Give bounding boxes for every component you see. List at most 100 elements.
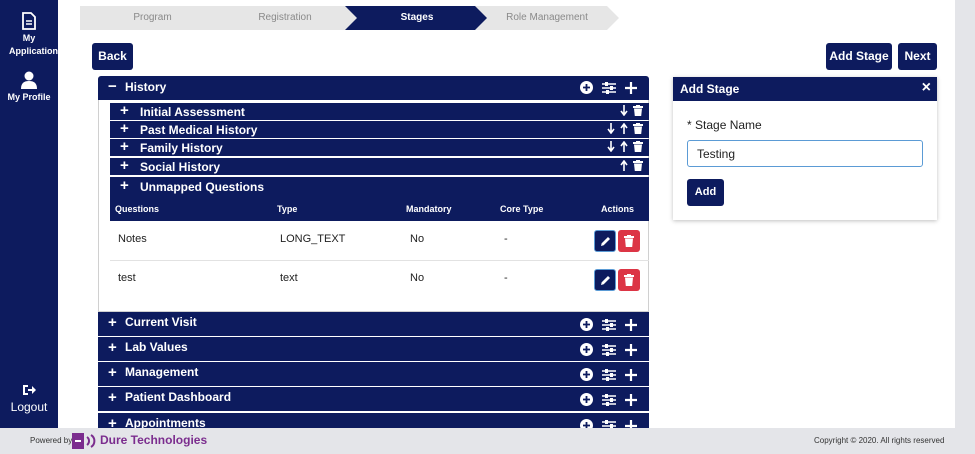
expand-icon[interactable]: + bbox=[108, 416, 117, 428]
subsection-initial-assessment[interactable]: + Initial Assessment bbox=[110, 103, 649, 120]
delete-button[interactable] bbox=[618, 230, 640, 252]
expand-icon[interactable]: + bbox=[120, 178, 129, 194]
add-circle-icon[interactable] bbox=[580, 393, 593, 406]
table-row bbox=[110, 261, 649, 301]
add-circle-icon[interactable] bbox=[580, 343, 593, 356]
question-cell: Notes bbox=[118, 233, 147, 245]
step-program[interactable]: Program bbox=[80, 6, 225, 30]
column-header-mandatory: Mandatory bbox=[406, 204, 452, 214]
step-role-management[interactable]: Role Management bbox=[475, 6, 619, 30]
add-circle-icon[interactable] bbox=[580, 419, 593, 428]
add-circle-icon[interactable] bbox=[580, 318, 593, 331]
sliders-icon[interactable] bbox=[602, 368, 616, 381]
column-header-core-type: Core Type bbox=[500, 204, 544, 214]
sliders-icon[interactable] bbox=[602, 419, 616, 429]
stage-title: Appointments bbox=[125, 416, 206, 428]
add-circle-icon[interactable] bbox=[580, 368, 593, 381]
add-stage-button[interactable]: Add Stage bbox=[826, 43, 892, 70]
subsection-family-history[interactable]: + Family History bbox=[110, 139, 649, 156]
type-cell: text bbox=[280, 272, 298, 284]
expand-icon[interactable]: + bbox=[108, 390, 117, 405]
questions-table-header bbox=[110, 197, 649, 221]
trash-icon bbox=[624, 235, 634, 247]
sidebar-item-my-application[interactable]: My Application bbox=[0, 12, 58, 58]
footer: Powered by Dure Technologies Copyright ©… bbox=[0, 428, 975, 454]
trash-icon[interactable] bbox=[633, 141, 643, 152]
arrow-up-icon[interactable] bbox=[620, 160, 628, 171]
stage-header-management[interactable]: + Management bbox=[98, 362, 649, 386]
step-stages[interactable]: Stages bbox=[345, 6, 489, 30]
sidebar-item-my-profile[interactable]: My Profile bbox=[0, 71, 58, 104]
plus-icon[interactable] bbox=[625, 343, 637, 356]
sliders-icon[interactable] bbox=[602, 393, 616, 406]
next-button[interactable]: Next bbox=[898, 43, 937, 70]
sliders-icon[interactable] bbox=[602, 81, 616, 94]
subsection-past-medical-history[interactable]: + Past Medical History bbox=[110, 121, 649, 138]
arrow-down-icon[interactable] bbox=[607, 123, 615, 134]
trash-icon[interactable] bbox=[633, 105, 643, 116]
collapse-icon[interactable]: − bbox=[108, 79, 117, 94]
expand-icon[interactable]: + bbox=[108, 365, 117, 380]
arrow-down-icon[interactable] bbox=[607, 141, 615, 152]
column-header-questions: Questions bbox=[115, 204, 160, 214]
expand-icon[interactable]: + bbox=[120, 158, 129, 174]
copyright-text: Copyright © 2020. All rights reserved bbox=[814, 436, 945, 445]
sidebar: My Application My Profile Logout bbox=[0, 0, 58, 428]
stage-header-patient-dashboard[interactable]: + Patient Dashboard bbox=[98, 387, 649, 411]
mandatory-cell: No bbox=[410, 272, 425, 284]
arrow-up-icon[interactable] bbox=[620, 141, 628, 152]
logout-icon bbox=[23, 385, 36, 395]
subsection-title: Unmapped Questions bbox=[140, 180, 265, 194]
type-cell: LONG_TEXT bbox=[280, 233, 346, 245]
step-registration[interactable]: Registration bbox=[211, 6, 359, 30]
arrow-up-icon[interactable] bbox=[620, 123, 628, 134]
table-row bbox=[110, 221, 649, 261]
stage-header-history[interactable]: − History bbox=[98, 76, 649, 100]
sidebar-item-logout[interactable]: Logout bbox=[0, 384, 58, 414]
sliders-icon[interactable] bbox=[602, 343, 616, 356]
stage-title: Management bbox=[125, 365, 199, 379]
stage-header-appointments[interactable]: + Appointments bbox=[98, 413, 649, 428]
close-icon[interactable]: × bbox=[922, 79, 931, 97]
plus-icon[interactable] bbox=[625, 393, 637, 406]
trash-icon[interactable] bbox=[633, 160, 643, 171]
panel-title: Add Stage bbox=[680, 82, 740, 96]
stage-header-current-visit[interactable]: + Current Visit bbox=[98, 312, 649, 336]
column-header-type: Type bbox=[277, 204, 298, 214]
plus-icon[interactable] bbox=[625, 318, 637, 331]
expand-icon[interactable]: + bbox=[108, 340, 117, 355]
stage-title: History bbox=[125, 80, 167, 94]
arrow-down-icon[interactable] bbox=[620, 105, 628, 116]
subsection-social-history[interactable]: + Social History bbox=[110, 158, 649, 175]
powered-by-text: Powered by bbox=[30, 436, 73, 445]
trash-icon[interactable] bbox=[633, 123, 643, 134]
sliders-icon[interactable] bbox=[602, 318, 616, 331]
expand-icon[interactable]: + bbox=[120, 121, 129, 137]
plus-icon[interactable] bbox=[625, 368, 637, 381]
add-button[interactable]: Add bbox=[687, 179, 724, 206]
back-button[interactable]: Back bbox=[92, 43, 133, 70]
stage-title: Lab Values bbox=[125, 340, 188, 354]
add-circle-icon[interactable] bbox=[580, 81, 593, 94]
sidebar-item-label: My Profile bbox=[7, 92, 51, 102]
subsection-title: Past Medical History bbox=[140, 123, 258, 137]
add-stage-panel-header: Add Stage × bbox=[673, 77, 937, 101]
subsection-title: Initial Assessment bbox=[140, 105, 245, 119]
edit-button[interactable] bbox=[594, 269, 616, 291]
column-header-actions: Actions bbox=[601, 204, 635, 214]
pencil-icon bbox=[600, 275, 610, 285]
expand-icon[interactable]: + bbox=[108, 315, 117, 330]
mandatory-cell: No bbox=[410, 233, 425, 245]
expand-icon[interactable]: + bbox=[120, 139, 129, 155]
edit-button[interactable] bbox=[594, 230, 616, 252]
plus-icon[interactable] bbox=[625, 81, 637, 94]
sidebar-item-label: Logout bbox=[10, 400, 48, 414]
subsection-unmapped-questions[interactable]: + Unmapped Questions bbox=[110, 177, 649, 197]
plus-icon[interactable] bbox=[625, 419, 637, 429]
delete-button[interactable] bbox=[618, 269, 640, 291]
subsection-title: Social History bbox=[140, 160, 221, 174]
page-scrollbar[interactable] bbox=[955, 0, 975, 428]
stage-name-input[interactable] bbox=[687, 140, 923, 167]
expand-icon[interactable]: + bbox=[120, 103, 129, 119]
stage-header-lab-values[interactable]: + Lab Values bbox=[98, 337, 649, 361]
